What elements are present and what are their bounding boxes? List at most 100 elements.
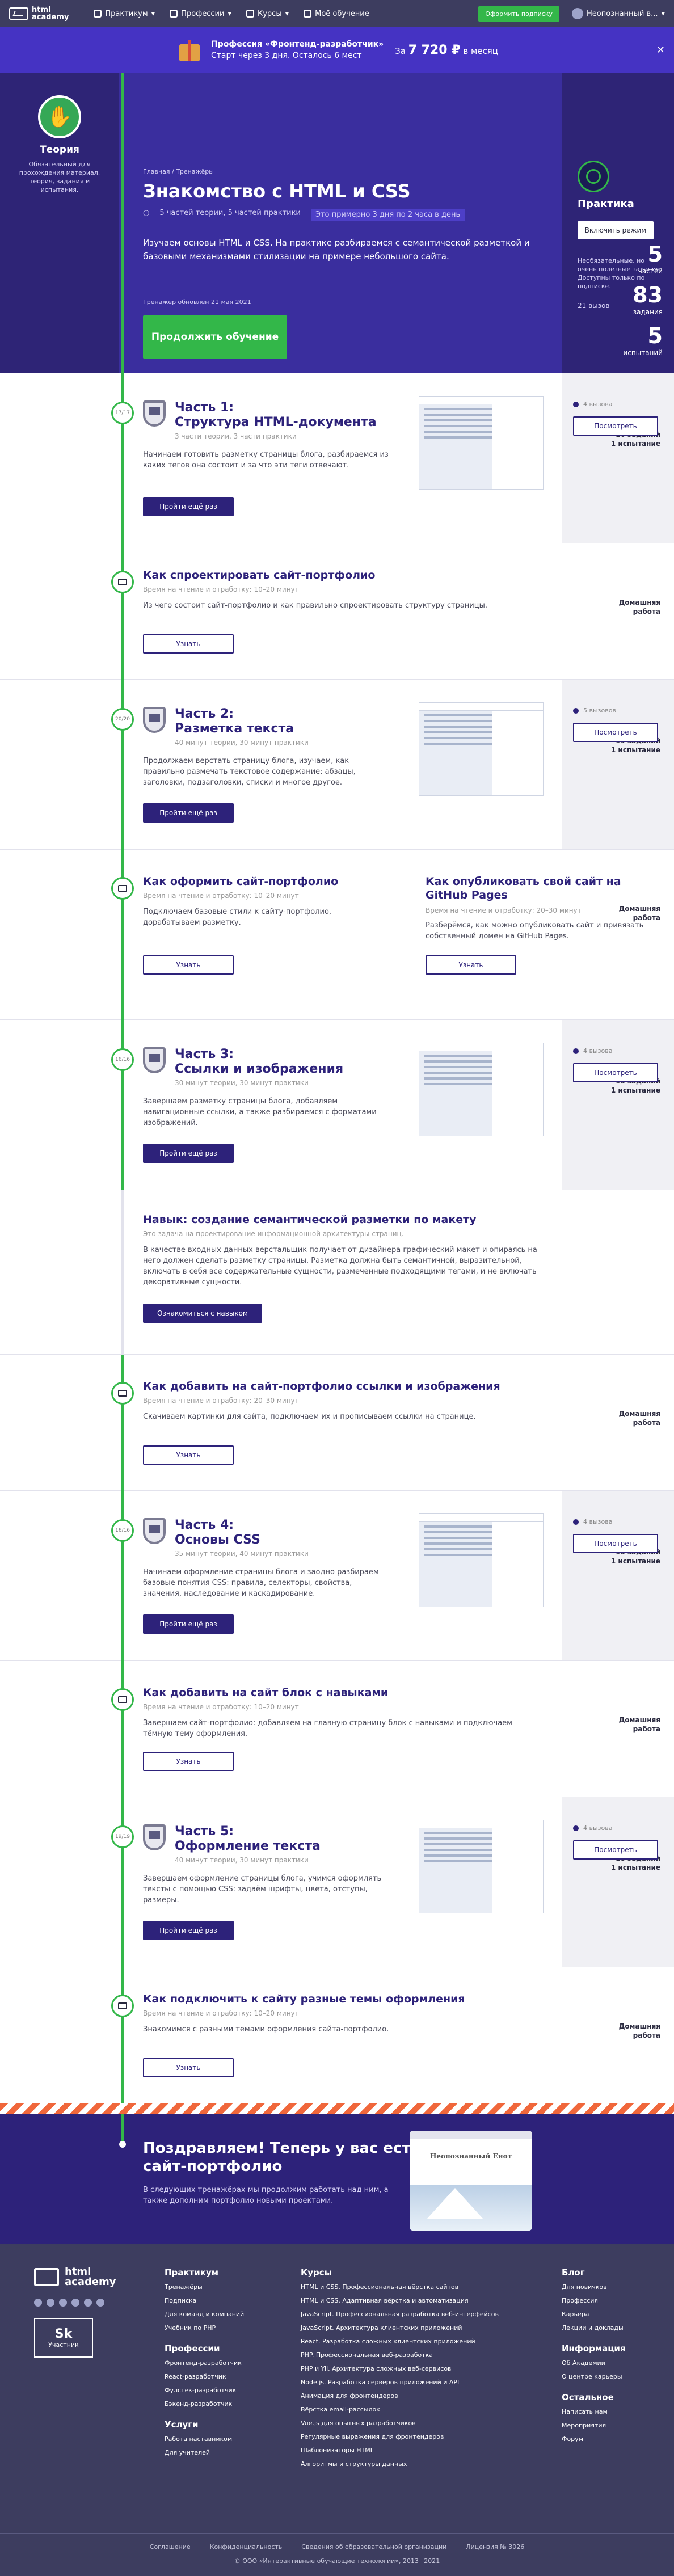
footer-link[interactable]: Подписка [165,2294,278,2308]
learn-more-button[interactable]: Узнать [426,955,516,975]
page-title: Знакомство с HTML и CSS [143,180,411,202]
footer-link[interactable]: HTML и CSS. Профессиональная вёрстка сай… [301,2280,539,2294]
footer-link[interactable]: Для новичков [562,2280,664,2294]
promo-banner[interactable]: Профессия «Фронтенд-разработчик» Старт че… [0,27,674,73]
footer-link[interactable]: Для команд и компаний [165,2308,278,2321]
nav-my-learning[interactable]: Моё обучение [304,10,369,18]
footer-link[interactable]: Вёрстка email-рассылок [301,2403,539,2417]
learn-more-button[interactable]: Узнать [143,2058,234,2077]
logo-icon [9,7,28,20]
view-challenges-button[interactable]: Посмотреть [573,1063,658,1082]
footer-link[interactable]: Написать нам [562,2405,664,2419]
part-title[interactable]: Часть 1: Структура HTML-документа [175,400,377,430]
footer-link[interactable]: Сведения об образовательной организации [301,2543,446,2550]
footer-bottom: Соглашение Конфиденциальность Сведения об … [0,2533,674,2565]
footer-link[interactable]: Регулярные выражения для фронтендеров [301,2430,539,2444]
footer-link[interactable]: Конфиденциальность [210,2543,283,2550]
subscribe-button[interactable]: Оформить подписку [478,6,559,22]
footer-link[interactable]: Лицензия № 3026 [466,2543,524,2550]
footer-logo[interactable]: html academy [34,2267,116,2287]
repeat-part-button[interactable]: Пройти ещё раз [143,1921,234,1940]
skill-button[interactable]: Ознакомиться с навыком [143,1304,262,1323]
footer-link[interactable]: Бэкенд-разработчик [165,2397,278,2411]
vk-icon[interactable] [34,2299,42,2307]
footer-link[interactable]: Учебник по PHP [165,2321,278,2335]
footer-link[interactable]: Карьера [562,2308,664,2321]
footer-link[interactable]: Шаблонизаторы HTML [301,2444,539,2457]
repeat-part-button[interactable]: Пройти ещё раз [143,497,234,516]
facebook-icon[interactable] [47,2299,54,2307]
close-icon[interactable]: ✕ [656,44,665,56]
repeat-part-button[interactable]: Пройти ещё раз [143,803,234,823]
timeline-section-hw: Домашняя работа Как подключить к сайту р… [0,1967,674,2103]
footer-link[interactable]: HTML и CSS. Адаптивная вёрстка и автомат… [301,2294,539,2308]
footer-link[interactable]: Vue.js для опытных разработчиков [301,2417,539,2430]
footer-link[interactable]: PHP. Профессиональная веб-разработка [301,2349,539,2362]
telegram-icon[interactable] [71,2299,79,2307]
youtube-icon[interactable] [84,2299,92,2307]
homework-title[interactable]: Как добавить на сайт-портфолио ссылки и … [143,1380,517,1393]
learn-more-button[interactable]: Узнать [143,1445,234,1465]
continue-button[interactable]: Продолжить обучение [143,315,287,359]
footer-link[interactable]: Фулстек-разработчик [165,2384,278,2397]
repeat-part-button[interactable]: Пройти ещё раз [143,1614,234,1634]
nav-professions[interactable]: Профессии ▾ [170,10,231,18]
footer-link[interactable]: Форум [562,2432,664,2446]
footer: html academy Sk Участник Практикум Тренажёр… [0,2244,674,2576]
homework-title[interactable]: Как подключить к сайту разные темы оформ… [143,1992,517,2006]
view-challenges-button[interactable]: Посмотреть [573,416,658,436]
footer-link[interactable]: Анимация для фронтендеров [301,2389,539,2403]
footer-link[interactable]: Фронтенд-разработчик [165,2356,278,2370]
footer-link[interactable]: Об Академии [562,2356,664,2370]
footer-link[interactable]: JavaScript. Архитектура клиентских прило… [301,2321,539,2335]
footer-link[interactable]: Node.js. Разработка серверов приложений … [301,2376,539,2389]
learn-more-button[interactable]: Узнать [143,955,234,975]
footer-col-courses: Курсы HTML и CSS. Профессиональная вёрстк… [301,2267,539,2471]
logo-icon [34,2268,59,2286]
site-logo[interactable]: html academy [9,6,69,21]
part-description: Завершаем разметку страницы блога, добав… [143,1097,377,1127]
footer-link[interactable]: О центре карьеры [562,2370,664,2384]
learn-more-button[interactable]: Узнать [143,634,234,654]
nav-practicum[interactable]: Практикум ▾ [94,10,155,18]
homework-title[interactable]: Как добавить на сайт блок с навыками [143,1686,517,1700]
skill-subtitle: Это задача на проектирование информацион… [143,1230,404,1238]
footer-link[interactable]: PHP и Yii. Архитектура сложных веб-серви… [301,2362,539,2376]
homework-description: Завершаем сайт-портфолио: добавляем на г… [143,1719,512,1738]
instagram-icon[interactable] [96,2299,104,2307]
theory-title: Теория [40,144,79,155]
user-menu[interactable]: Неопознанный в... ▾ [572,8,665,19]
view-challenges-button[interactable]: Посмотреть [573,1534,658,1553]
repeat-part-button[interactable]: Пройти ещё раз [143,1144,234,1163]
footer-link[interactable]: React-разработчик [165,2370,278,2384]
homework-title[interactable]: Как оформить сайт-портфолио [143,875,393,888]
laptop-icon [118,1390,127,1397]
challenge-icon [573,1048,579,1054]
footer-link[interactable]: Работа наставником [165,2432,278,2446]
part-title[interactable]: Часть 2: Разметка текста [175,707,294,736]
part-title[interactable]: Часть 3: Ссылки и изображения [175,1047,343,1077]
homework-title[interactable]: Как спроектировать сайт-портфолио [143,568,517,582]
part-title[interactable]: Часть 4: Основы CSS [175,1518,260,1548]
footer-link[interactable]: Соглашение [150,2543,191,2550]
footer-link[interactable]: JavaScript. Профессиональная разработка … [301,2308,539,2321]
skill-title[interactable]: Навык: создание семантической разметки п… [143,1213,540,1226]
footer-link[interactable]: Для учителей [165,2446,278,2460]
part-title[interactable]: Часть 5: Оформление текста [175,1824,321,1854]
learn-more-button[interactable]: Узнать [143,1752,234,1771]
footer-link[interactable]: Алгоритмы и структуры данных [301,2457,539,2471]
breadcrumb[interactable]: Главная / Тренажёры [143,168,214,175]
practice-mode-button[interactable]: Включить режим [578,221,654,239]
footer-link[interactable]: Лекции и доклады [562,2321,664,2335]
footer-link[interactable]: Тренажёры [165,2280,278,2294]
part-badge-icon [143,1518,166,1544]
view-challenges-button[interactable]: Посмотреть [573,723,658,742]
footer-link[interactable]: Мероприятия [562,2419,664,2432]
footer-link[interactable]: React. Разработка сложных клиентских при… [301,2335,539,2349]
homework-title[interactable]: Как опубликовать свой сайт на GitHub Pag… [426,875,658,902]
twitter-icon[interactable] [59,2299,67,2307]
footer-link[interactable]: Профессия [562,2294,664,2308]
view-challenges-button[interactable]: Посмотреть [573,1840,658,1860]
copyright: © ООО «Интерактивные обучающие технологи… [234,2557,440,2565]
nav-courses[interactable]: Курсы ▾ [246,10,289,18]
